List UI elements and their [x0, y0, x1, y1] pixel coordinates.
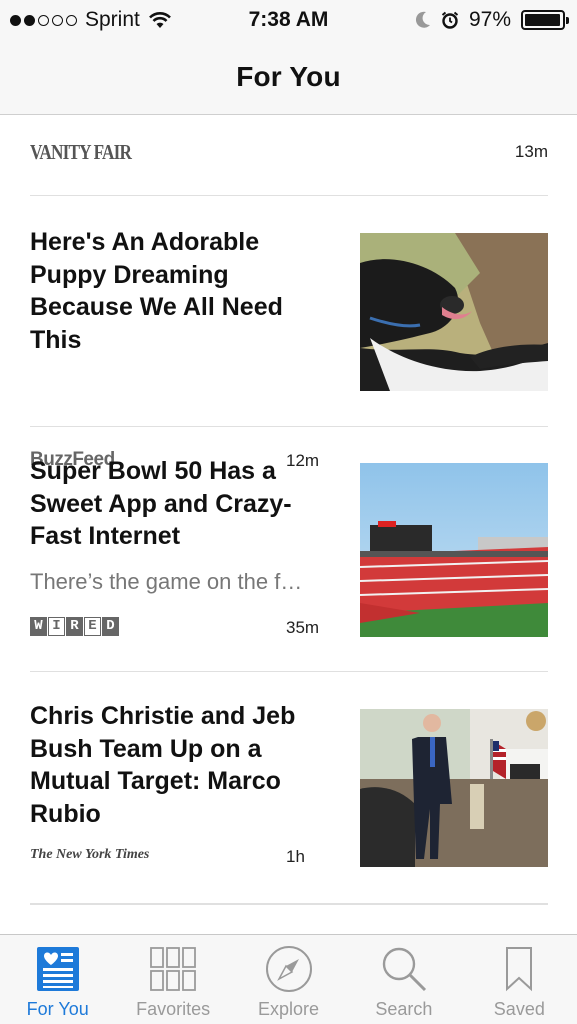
tab-saved[interactable]: Saved: [462, 935, 577, 1024]
tab-label: Favorites: [136, 999, 211, 1019]
bookmark-icon: [506, 947, 533, 992]
alarm-icon: [441, 11, 459, 29]
tab-search[interactable]: Search: [346, 935, 461, 1024]
news-feed[interactable]: VANITY FAIR 13m Here's An Adorable Puppy…: [0, 116, 577, 934]
speaker-photo[interactable]: [360, 709, 548, 867]
article-headline[interactable]: Super Bowl 50 Has a Sweet App and Crazy-…: [30, 455, 330, 553]
vanity-fair-logo: VANITY FAIR: [30, 140, 132, 164]
tab-bar: For You Favorites Explore Search Saved: [0, 934, 577, 1024]
status-bar: Sprint 7:38 AM 97%: [0, 0, 577, 40]
tab-for-you[interactable]: For You: [0, 935, 115, 1024]
divider: [30, 904, 548, 905]
battery-icon: [521, 10, 569, 30]
search-icon: [382, 947, 426, 992]
battery-percent: 97%: [468, 8, 511, 31]
compass-icon: [265, 946, 312, 992]
nyt-logo: The New York Times: [30, 847, 150, 862]
article-card[interactable]: Super Bowl 50 Has a Sweet App and Crazy-…: [30, 427, 548, 672]
moon-icon: [415, 11, 430, 28]
article-excerpt: There’s the game on the f…: [30, 569, 303, 594]
article-headline[interactable]: Chris Christie and Jeb Bush Team Up on a…: [30, 700, 330, 830]
article-card[interactable]: Chris Christie and Jeb Bush Team Up on a…: [30, 672, 548, 904]
stadium-photo[interactable]: [360, 463, 548, 637]
tab-label: Explore: [258, 999, 320, 1019]
article-card[interactable]: Here's An Adorable Puppy Dreaming Becaus…: [30, 196, 548, 470]
tab-label: Saved: [493, 999, 545, 1019]
article-time: 1h: [286, 847, 305, 866]
favorites-grid-icon: [150, 947, 197, 991]
article-time: 13m: [514, 142, 548, 161]
puppy-photo[interactable]: [360, 233, 548, 391]
tab-label: For You: [26, 999, 89, 1019]
status-right: 97%: [415, 8, 569, 32]
wired-logo: WIRED: [30, 617, 119, 636]
page-title: For You: [236, 61, 341, 92]
for-you-icon: [36, 947, 79, 991]
tab-favorites[interactable]: Favorites: [115, 935, 230, 1024]
article-stub[interactable]: VANITY FAIR 13m: [30, 116, 548, 196]
tab-explore[interactable]: Explore: [231, 935, 346, 1024]
tab-label: Search: [375, 999, 433, 1019]
article-headline[interactable]: Here's An Adorable Puppy Dreaming Becaus…: [30, 226, 330, 356]
article-time: 35m: [286, 618, 320, 637]
nav-bar: For You: [0, 40, 577, 115]
